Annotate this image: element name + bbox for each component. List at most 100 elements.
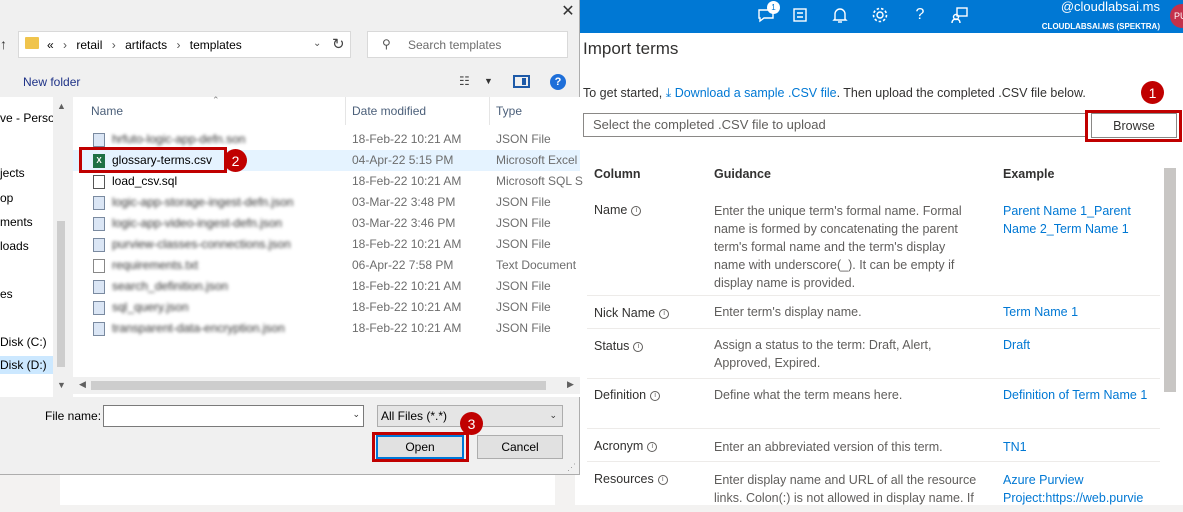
search-box[interactable]: ⚲ Search templates: [367, 31, 568, 58]
refresh-icon[interactable]: ↻: [332, 35, 345, 53]
nav-item-objects[interactable]: jects: [0, 166, 25, 180]
file-date: 18-Feb-22 10:21 AM: [352, 132, 462, 146]
sql-file-icon: [93, 175, 105, 189]
file-row[interactable]: sql_query.json 18-Feb-22 10:21 AM JSON F…: [73, 297, 580, 318]
cancel-button[interactable]: Cancel: [477, 435, 563, 459]
info-icon[interactable]: i: [631, 206, 642, 216]
chevron-down-icon[interactable]: ⌄: [313, 38, 321, 49]
download-sample-link[interactable]: ⤓ Download a sample .CSV file: [666, 86, 837, 100]
import-terms-panel: Import terms To get started, ⤓ Download …: [575, 33, 1183, 505]
file-date: 18-Feb-22 10:21 AM: [352, 174, 462, 188]
file-name: search_definition.json: [112, 279, 229, 293]
chevron-down-icon[interactable]: ▼: [484, 76, 493, 86]
column-header-type[interactable]: Type: [496, 104, 522, 118]
file-date: 03-Mar-22 3:48 PM: [352, 195, 456, 209]
info-icon[interactable]: i: [633, 342, 644, 352]
directory-icon[interactable]: [789, 4, 811, 26]
row-column-label: Acronym: [594, 439, 644, 453]
close-icon[interactable]: ✕: [556, 0, 580, 22]
panel-scrollbar[interactable]: [1164, 168, 1176, 392]
file-date: 18-Feb-22 10:21 AM: [352, 237, 462, 251]
breadcrumb-separator: ›: [63, 38, 68, 52]
scroll-thumb[interactable]: [91, 381, 546, 390]
file-list: ⌃ Name Date modified Type hrfuto-logic-a…: [73, 95, 583, 397]
scroll-up-icon[interactable]: ▲: [57, 101, 66, 111]
file-date: 18-Feb-22 10:21 AM: [352, 279, 462, 293]
nav-item-desktop[interactable]: op: [0, 191, 13, 205]
breadcrumb-templates[interactable]: templates: [190, 38, 242, 52]
file-row[interactable]: purview-classes-connections.json 18-Feb-…: [73, 234, 580, 255]
horizontal-scrollbar[interactable]: ◀ ▶: [73, 377, 580, 394]
nav-item-videos[interactable]: es: [0, 287, 13, 301]
file-row[interactable]: search_definition.json 18-Feb-22 10:21 A…: [73, 276, 580, 297]
dialog-toolbar: New folder ☷ ▼ ?: [0, 66, 580, 96]
nav-item-downloads[interactable]: loads: [0, 239, 29, 253]
file-row[interactable]: load_csv.sql 18-Feb-22 10:21 AM Microsof…: [73, 171, 583, 192]
scroll-right-icon[interactable]: ▶: [567, 379, 574, 390]
column-header-example: Example: [1003, 167, 1055, 181]
scroll-down-icon[interactable]: ▼: [57, 380, 66, 390]
csv-file-input[interactable]: Select the completed .CSV file to upload: [583, 113, 1088, 137]
intro-text: To get started, ⤓ Download a sample .CSV…: [583, 86, 1086, 101]
nav-item-disk-d[interactable]: Disk (D:): [0, 356, 53, 374]
row-example: Draft: [1003, 338, 1031, 352]
view-options-icon[interactable]: ☷: [459, 74, 470, 88]
info-icon[interactable]: i: [657, 475, 668, 485]
address-bar[interactable]: « › retail › artifacts › templates ⌄ ↻: [18, 31, 351, 58]
scroll-thumb[interactable]: [57, 221, 65, 367]
breadcrumb: « › retail › artifacts › templates: [47, 38, 242, 52]
file-name: requirements.txt: [112, 258, 199, 272]
nav-item-disk-c[interactable]: Disk (C:): [0, 335, 47, 349]
nav-scrollbar[interactable]: ▲ ▼: [53, 97, 69, 397]
file-highlight-box: [79, 147, 227, 173]
row-example: Definition of Term Name 1: [1003, 388, 1148, 402]
gear-icon[interactable]: [869, 4, 891, 26]
file-row[interactable]: logic-app-storage-ingest-defn.json 03-Ma…: [73, 192, 580, 213]
file-type: Microsoft Excel: [496, 153, 578, 167]
nav-item-documents[interactable]: ments: [0, 215, 33, 229]
json-file-icon: [93, 217, 105, 231]
open-highlight-box: [372, 432, 469, 462]
file-type: Microsoft SQL S: [496, 174, 583, 188]
column-header-name[interactable]: Name: [91, 104, 123, 118]
search-input[interactable]: Search templates: [408, 38, 501, 52]
person-feedback-icon[interactable]: [949, 4, 971, 26]
info-icon[interactable]: i: [647, 442, 658, 452]
open-file-dialog: ✕ ↑ « › retail › artifacts › templates ⌄…: [0, 0, 583, 475]
search-icon: ⚲: [382, 37, 391, 51]
info-icon[interactable]: i: [650, 391, 661, 401]
file-name: logic-app-video-ingest-defn.json: [112, 216, 283, 230]
file-name-input[interactable]: [103, 405, 364, 427]
column-divider[interactable]: [489, 97, 490, 125]
chevron-down-icon[interactable]: ⌄: [549, 410, 557, 421]
file-type: JSON File: [496, 195, 551, 209]
preview-pane-icon[interactable]: [513, 75, 530, 88]
file-row[interactable]: logic-app-video-ingest-defn.json 03-Mar-…: [73, 213, 580, 234]
breadcrumb-artifacts[interactable]: artifacts: [125, 38, 167, 52]
row-column-name: Nick Name i: [594, 306, 670, 320]
breadcrumb-separator: ›: [111, 38, 116, 52]
file-row[interactable]: transparent-data-encryption.json 18-Feb-…: [73, 318, 580, 339]
file-date: 06-Apr-22 7:58 PM: [352, 258, 454, 272]
up-arrow-icon[interactable]: ↑: [0, 36, 7, 52]
new-folder-button[interactable]: New folder: [23, 75, 80, 89]
info-icon[interactable]: i: [659, 309, 670, 319]
column-divider[interactable]: [345, 97, 346, 125]
account-info[interactable]: @cloudlabsai.ms CLOUDLABSAI.MS (SPEKTRA): [997, 0, 1160, 33]
scroll-left-icon[interactable]: ◀: [79, 379, 86, 390]
file-type: JSON File: [496, 321, 551, 335]
resize-grip-icon[interactable]: ⋰: [567, 462, 576, 473]
help-icon[interactable]: ?: [550, 74, 566, 90]
breadcrumb-retail[interactable]: retail: [76, 38, 102, 52]
column-header-column: Column: [594, 167, 641, 181]
file-row[interactable]: requirements.txt 06-Apr-22 7:58 PM Text …: [73, 255, 580, 276]
row-column-label: Nick Name: [594, 306, 656, 320]
nav-item-onedrive[interactable]: ve - Persor: [0, 111, 59, 125]
bell-icon[interactable]: [829, 4, 851, 26]
breadcrumb-overflow[interactable]: «: [47, 38, 54, 52]
callout-3: 3: [460, 412, 483, 435]
column-header-date[interactable]: Date modified: [352, 104, 426, 118]
page-title: Import terms: [583, 39, 679, 58]
help-icon[interactable]: ?: [909, 4, 931, 26]
feedback-icon[interactable]: 1: [755, 1, 780, 26]
